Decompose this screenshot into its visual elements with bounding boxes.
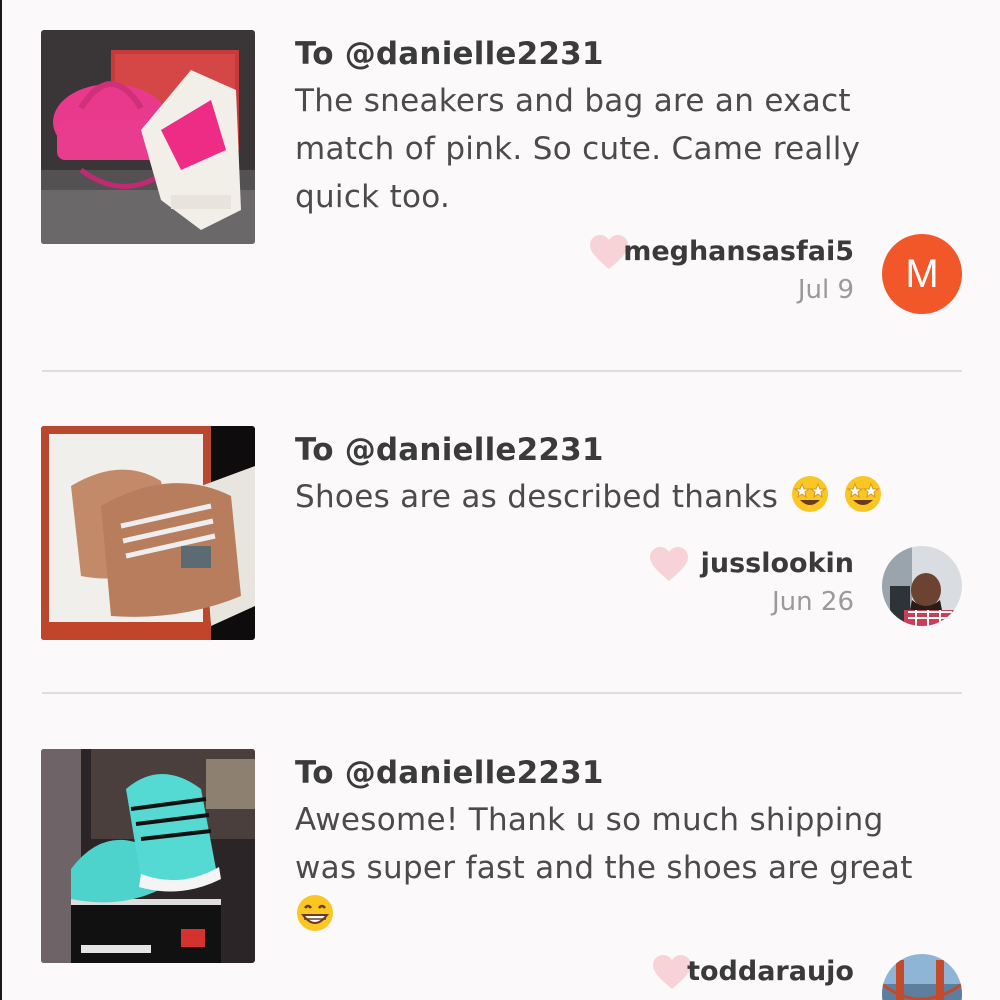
star-struck-icon: [792, 476, 829, 512]
reviewer-username[interactable]: meghansasfai5: [623, 236, 854, 267]
review-date: Jul 9: [797, 275, 854, 305]
reviewer-info: toddaraujo: [687, 956, 854, 987]
reviewer-username[interactable]: jusslookin: [701, 548, 854, 579]
review-text-line: quick too.: [295, 179, 451, 215]
review-text: Awesome! Thank u so much shipping was su…: [295, 796, 945, 940]
divider: [42, 370, 962, 372]
rose-gold-sneakers-photo: [41, 426, 255, 640]
review-text-line: Awesome! Thank u so much shipping: [295, 802, 884, 838]
review-text-line: Shoes are as described thanks: [295, 479, 779, 515]
review-recipient: To @danielle2231: [295, 432, 604, 468]
review-text: The sneakers and bag are an exact match …: [295, 77, 945, 221]
user-photo-icon: [882, 954, 962, 1000]
review-photo[interactable]: [41, 749, 255, 963]
pink-bag-sneakers-photo: [41, 30, 255, 244]
review-photo[interactable]: [41, 426, 255, 640]
review-text-line: match of pink. So cute. Came really: [295, 131, 861, 167]
heart-icon[interactable]: [649, 547, 689, 583]
avatar[interactable]: [882, 954, 962, 1000]
avatar[interactable]: M: [882, 234, 962, 314]
reviewer-info: meghansasfai5 Jul 9: [623, 236, 854, 305]
review-text: Shoes are as described thanks: [295, 473, 945, 521]
grinning-face-icon: [297, 895, 333, 931]
avatar[interactable]: [882, 546, 962, 626]
heart-icon[interactable]: [652, 955, 692, 991]
reviewer-username[interactable]: toddaraujo: [687, 956, 854, 987]
star-struck-icon: [844, 476, 881, 512]
divider: [42, 692, 962, 694]
review-text-line: was super fast and the shoes are great: [295, 850, 913, 886]
review-text-line: The sneakers and bag are an exact: [295, 83, 851, 119]
review-date: Jun 26: [772, 587, 854, 617]
review-photo[interactable]: [41, 30, 255, 244]
reviews-page: To @danielle2231 The sneakers and bag ar…: [0, 0, 1000, 1000]
teal-sneakers-photo: [41, 749, 255, 963]
reviewer-info: jusslookin Jun 26: [701, 548, 854, 617]
review-recipient: To @danielle2231: [295, 36, 604, 72]
review-recipient: To @danielle2231: [295, 755, 604, 791]
user-photo-icon: [882, 546, 962, 626]
avatar-letter: M: [905, 251, 939, 296]
review-text-line: [295, 892, 945, 940]
